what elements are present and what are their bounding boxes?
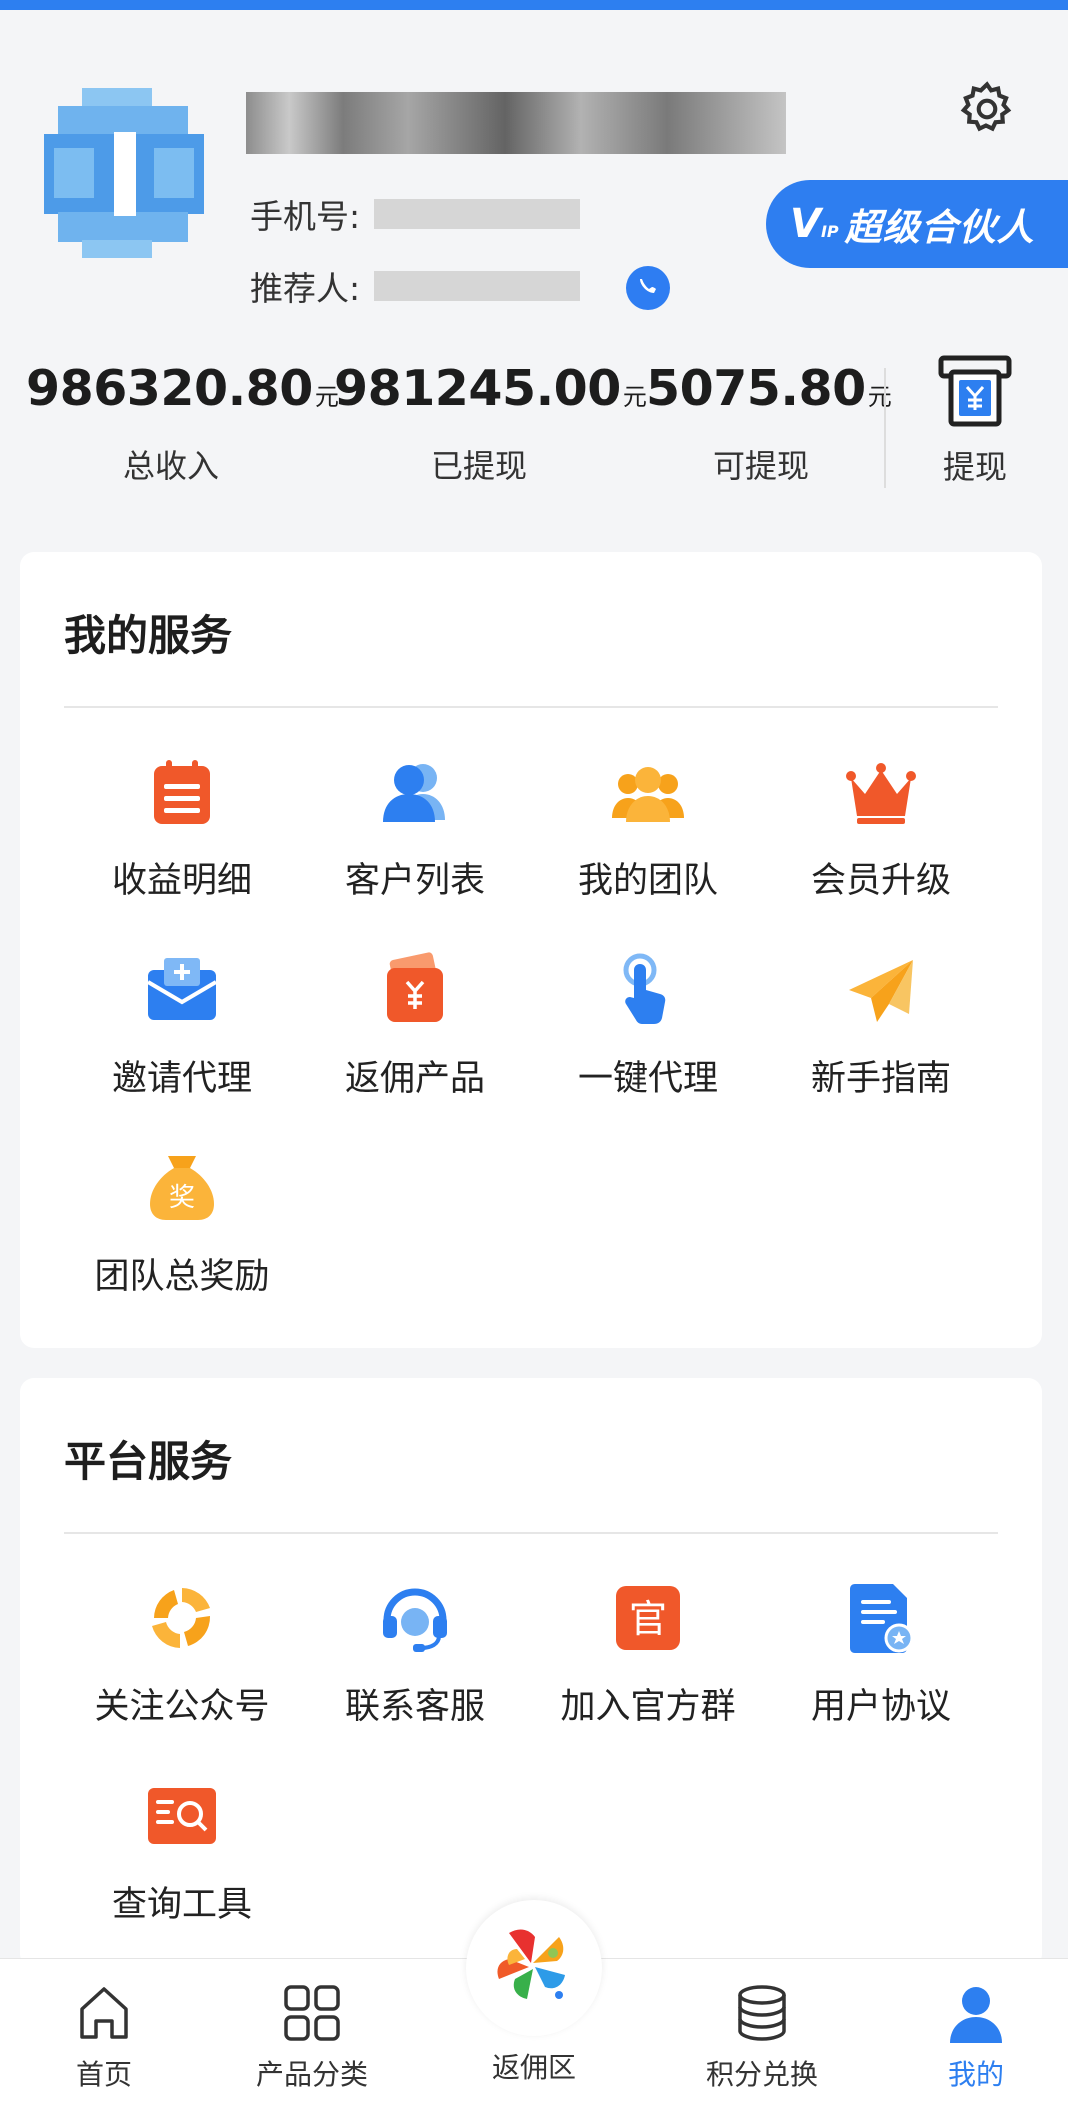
avatar[interactable] bbox=[44, 88, 204, 258]
service-user-agreement[interactable]: 用户协议 bbox=[761, 1580, 1001, 1740]
wallet-yuan-icon bbox=[387, 952, 443, 1022]
nav-item-categories[interactable]: 产品分类 bbox=[222, 1981, 402, 2093]
service-follow-official-account[interactable]: 关注公众号 bbox=[62, 1580, 302, 1740]
stat-unit: 元 bbox=[867, 383, 892, 411]
service-query-tool[interactable]: 查询工具 bbox=[62, 1778, 302, 1938]
service-label: 联系客服 bbox=[344, 1687, 485, 1727]
vip-prefix: V bbox=[790, 201, 821, 247]
stat-unit: 元 bbox=[622, 383, 647, 411]
nav-item-points-exchange[interactable]: 积分兑换 bbox=[672, 1981, 852, 2093]
money-bag-icon: 奖 bbox=[150, 1156, 214, 1220]
withdraw-button[interactable]: 提现 bbox=[930, 350, 1020, 488]
referrer-label: 推荐人: bbox=[250, 269, 361, 308]
vip-badge[interactable]: VIP 超级合伙人 bbox=[766, 180, 1068, 268]
nav-item-home[interactable]: 首页 bbox=[14, 1981, 194, 2093]
referrer-row: 推荐人: bbox=[250, 262, 581, 310]
stat-total-income: 986320.80元 总收入 bbox=[26, 360, 339, 487]
phone-call-icon[interactable] bbox=[626, 266, 670, 310]
coins-stack-icon bbox=[738, 1985, 786, 2041]
home-icon bbox=[80, 1987, 128, 2039]
stat-label: 可提现 bbox=[712, 447, 809, 485]
loop-icon bbox=[152, 1588, 211, 1648]
service-member-upgrade[interactable]: 会员升级 bbox=[761, 754, 1001, 914]
nav-item-rebate-zone[interactable] bbox=[466, 1900, 602, 2036]
service-label: 查询工具 bbox=[111, 1885, 252, 1925]
username-masked bbox=[246, 92, 786, 154]
stat-number: 986320.80 bbox=[26, 360, 313, 417]
stat-value: 986320.80元 bbox=[26, 360, 339, 417]
headset-icon bbox=[383, 1588, 447, 1652]
service-invite-agent[interactable]: 邀请代理 bbox=[62, 952, 302, 1112]
service-team-total-reward[interactable]: 奖 团队总奖励 bbox=[62, 1150, 302, 1310]
service-label: 关注公众号 bbox=[94, 1687, 270, 1727]
atm-yuan-icon bbox=[938, 355, 1012, 427]
section-title: 我的服务 bbox=[64, 611, 233, 660]
service-contact-support[interactable]: 联系客服 bbox=[295, 1580, 535, 1740]
service-label: 客户列表 bbox=[344, 861, 485, 901]
vip-logo-icon: VIP bbox=[790, 201, 839, 247]
service-label: 新手指南 bbox=[810, 1059, 951, 1099]
crown-icon bbox=[846, 763, 916, 824]
phone-label: 手机号: bbox=[250, 197, 361, 236]
nav-label: 返佣区 bbox=[491, 2051, 576, 2084]
stat-available: 5075.80元 可提现 bbox=[646, 360, 892, 487]
vip-title: 超级合伙人 bbox=[844, 206, 1035, 249]
user-icon bbox=[950, 1987, 1002, 2043]
stat-withdrawn: 981245.00元 已提现 bbox=[334, 360, 647, 487]
section-title: 平台服务 bbox=[64, 1437, 233, 1486]
service-label: 加入官方群 bbox=[560, 1687, 736, 1727]
service-label: 我的团队 bbox=[577, 861, 718, 901]
ledger-icon bbox=[154, 760, 210, 824]
nav-label: 我的 bbox=[947, 2058, 1004, 2091]
phone-row: 手机号: bbox=[250, 190, 581, 238]
official-group-icon: 官 bbox=[616, 1586, 680, 1650]
referrer-masked bbox=[374, 271, 581, 301]
customers-icon bbox=[383, 764, 445, 822]
gear-icon[interactable] bbox=[956, 78, 1018, 140]
service-label: 会员升级 bbox=[810, 861, 951, 901]
my-services-card: 我的服务 收益明细 客户列表 我的团队 会员升级 邀请代理 返佣产品 一键代理 … bbox=[20, 552, 1042, 1348]
rebate-logo-icon bbox=[497, 1929, 565, 1999]
platform-services-card: 平台服务 关注公众号 联系客服 官 加入官方群 用户协议 查询工具 bbox=[20, 1378, 1042, 1968]
stat-label: 总收入 bbox=[122, 447, 219, 485]
nav-label: 首页 bbox=[75, 2058, 132, 2091]
stat-number: 5075.80 bbox=[646, 360, 866, 417]
team-icon bbox=[612, 767, 684, 822]
service-income-details[interactable]: 收益明细 bbox=[62, 754, 302, 914]
service-label: 一键代理 bbox=[577, 1059, 718, 1099]
service-join-official-group[interactable]: 官 加入官方群 bbox=[528, 1580, 768, 1740]
nav-label: 产品分类 bbox=[255, 2058, 368, 2091]
service-rebate-products[interactable]: 返佣产品 bbox=[295, 952, 535, 1112]
divider bbox=[884, 368, 886, 488]
service-my-team[interactable]: 我的团队 bbox=[528, 754, 768, 914]
vip-sub: IP bbox=[820, 222, 839, 241]
stat-value: 5075.80元 bbox=[646, 360, 892, 417]
document-icon bbox=[850, 1584, 914, 1653]
grid-icon bbox=[284, 1985, 340, 2041]
service-label: 返佣产品 bbox=[344, 1059, 485, 1099]
svg-text:奖: 奖 bbox=[169, 1183, 195, 1213]
stat-value: 981245.00元 bbox=[334, 360, 647, 417]
top-accent-bar bbox=[0, 0, 1068, 10]
service-label: 邀请代理 bbox=[111, 1059, 252, 1099]
service-one-click-agent[interactable]: 一键代理 bbox=[528, 952, 768, 1112]
nav-item-mine[interactable]: 我的 bbox=[886, 1981, 1066, 2093]
envelope-icon bbox=[146, 958, 218, 1020]
nav-label: 积分兑换 bbox=[705, 2058, 818, 2091]
tap-hand-icon bbox=[623, 953, 666, 1024]
service-label: 团队总奖励 bbox=[94, 1257, 270, 1297]
search-book-icon bbox=[148, 1788, 216, 1844]
paper-plane-icon bbox=[849, 960, 913, 1022]
service-beginner-guide[interactable]: 新手指南 bbox=[761, 952, 1001, 1112]
stat-number: 981245.00 bbox=[334, 360, 621, 417]
divider bbox=[64, 706, 998, 708]
service-label: 收益明细 bbox=[111, 861, 252, 901]
svg-text:官: 官 bbox=[629, 1597, 667, 1641]
service-label: 用户协议 bbox=[810, 1687, 951, 1727]
service-customer-list[interactable]: 客户列表 bbox=[295, 754, 535, 914]
withdraw-label: 提现 bbox=[942, 448, 1007, 486]
stat-label: 已提现 bbox=[430, 447, 527, 485]
divider bbox=[64, 1532, 998, 1534]
phone-masked bbox=[374, 199, 581, 229]
